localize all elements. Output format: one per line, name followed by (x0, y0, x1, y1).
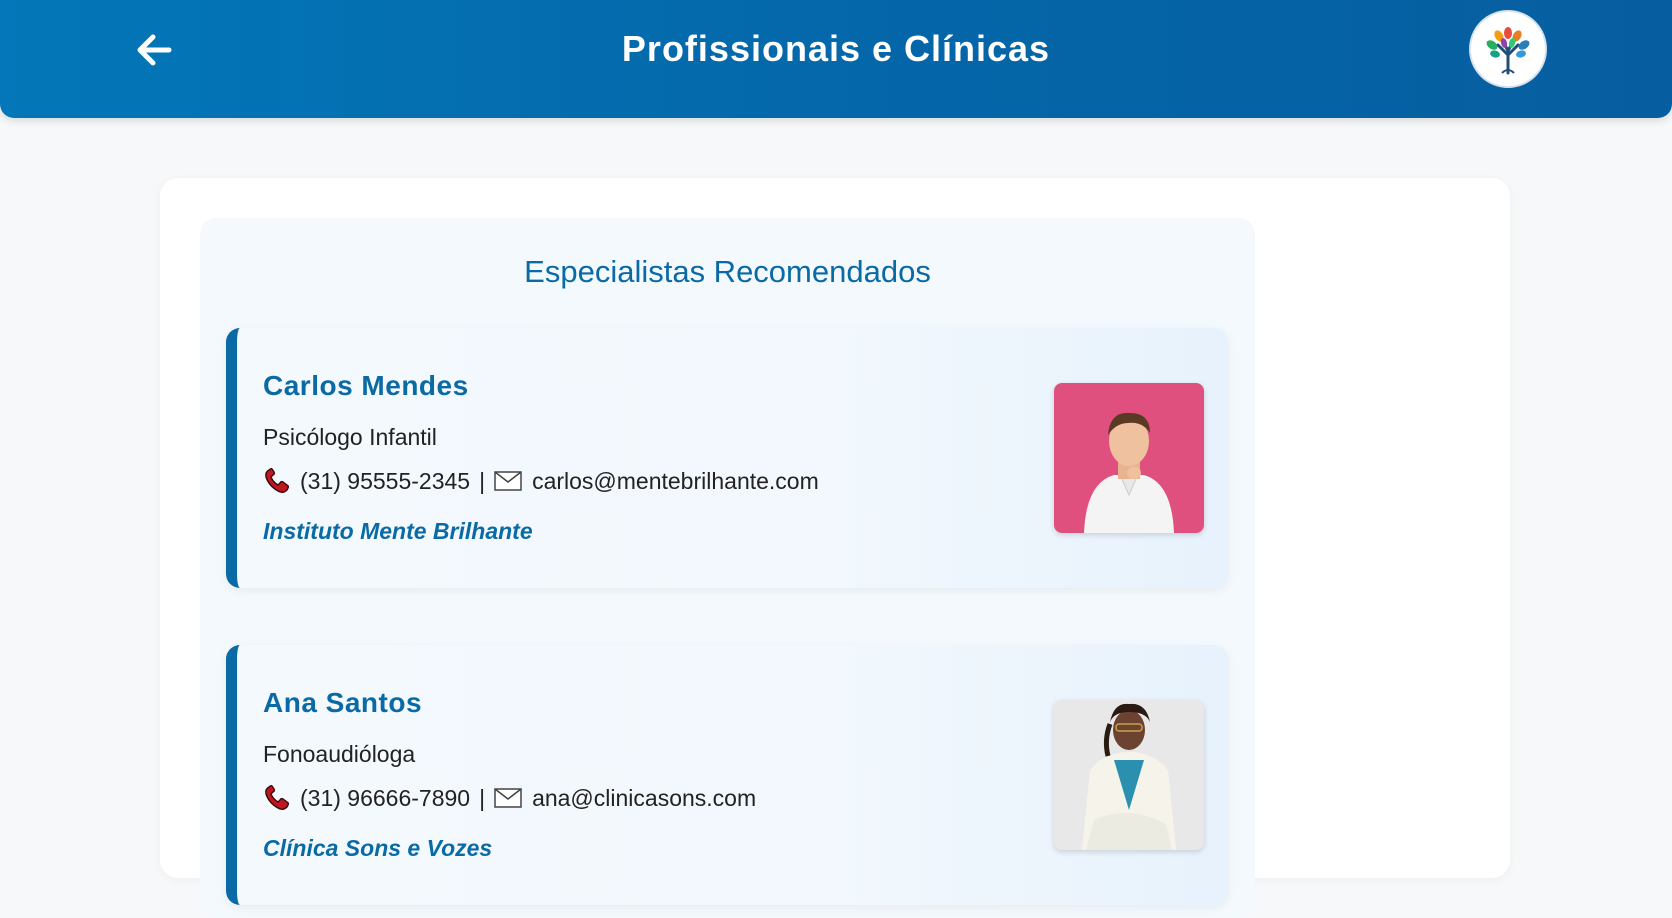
professional-clinic-link[interactable]: Clínica Sons e Vozes (263, 835, 492, 862)
page-title: Profissionais e Clínicas (621, 28, 1051, 69)
contact-separator: | (479, 784, 486, 811)
professional-photo (1054, 383, 1204, 533)
professional-name: Ana Santos (263, 687, 423, 718)
professional-role: Psicólogo Infantil (263, 424, 437, 450)
professional-card[interactable]: Carlos Mendes Psicólogo Infantil (31) 95… (226, 328, 1228, 588)
phone-icon (263, 784, 291, 812)
specialists-section: Especialistas Recomendados Carlos Mendes… (200, 218, 1255, 918)
content-card: Especialistas Recomendados Carlos Mendes… (160, 178, 1510, 918)
professional-email[interactable]: ana@clinicasons.com (532, 785, 756, 812)
professional-phone[interactable]: (31) 96666-7890 (300, 785, 470, 812)
phone-icon (263, 467, 291, 495)
contact-separator: | (479, 467, 486, 494)
app-logo[interactable] (1469, 10, 1547, 88)
professional-name: Carlos Mendes (263, 370, 469, 401)
professional-clinic-link[interactable]: Instituto Mente Brilhante (263, 518, 533, 545)
professional-contact: (31) 95555-2345 | carlos@mentebrilhante.… (263, 467, 819, 495)
professional-photo (1054, 700, 1204, 850)
professional-contact: (31) 96666-7890 | ana@clinicasons.com (263, 784, 756, 812)
professional-card[interactable]: Ana Santos Fonoaudióloga (31) 96666-7890… (226, 645, 1228, 905)
professional-role: Fonoaudióloga (263, 741, 416, 767)
tree-logo-icon (1486, 27, 1530, 75)
professional-phone[interactable]: (31) 95555-2345 (300, 468, 470, 495)
section-title: Especialistas Recomendados (524, 254, 931, 289)
professional-email[interactable]: carlos@mentebrilhante.com (532, 468, 819, 495)
app-header: Profissionais e Clínicas (0, 0, 1672, 118)
email-icon (494, 471, 522, 491)
email-icon (494, 788, 522, 808)
